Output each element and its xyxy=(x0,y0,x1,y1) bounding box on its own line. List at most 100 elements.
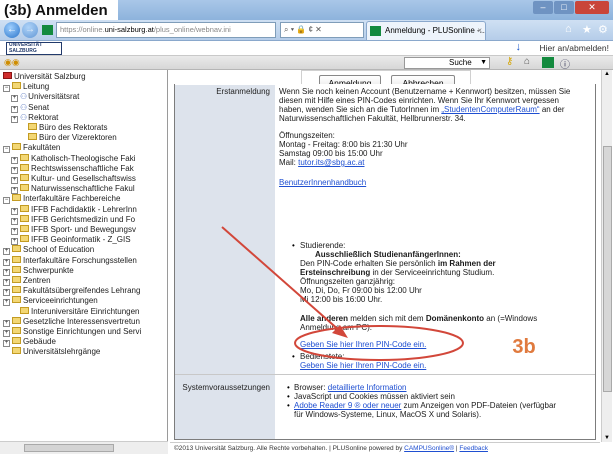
star-icon[interactable]: ★ xyxy=(582,23,592,36)
tree-item-label: Universitätsrat xyxy=(28,92,80,102)
feedback-link[interactable]: Feedback xyxy=(459,445,488,452)
collapse-icon[interactable]: − xyxy=(3,197,10,205)
tree-item[interactable]: + ⚇Universitätsrat xyxy=(11,92,80,103)
tree-item[interactable]: + Gebäude xyxy=(3,337,56,348)
tree-item[interactable]: − Interfakultäre Fachbereiche xyxy=(3,194,120,205)
folder-icon xyxy=(20,214,29,222)
tree-item[interactable]: + ⚇Rektorat xyxy=(11,113,58,123)
gear-icon[interactable]: ⚙ xyxy=(598,23,608,36)
login-content: Anmeldung Abbrechen Erstanmeldung Wenn S… xyxy=(170,70,600,442)
tree-item[interactable]: + Kultur- und Gesellschaftswiss xyxy=(11,174,136,184)
tree-item[interactable]: Büro der Vizerektoren xyxy=(19,133,117,143)
pin-link-staff[interactable]: Geben Sie hier Ihren PIN-Code ein. xyxy=(300,361,426,371)
adobe-link[interactable]: Adobe Reader 9 ® oder neuer xyxy=(294,401,401,410)
tree-item[interactable]: + ⚇Senat xyxy=(11,103,49,113)
expand-icon[interactable]: + xyxy=(3,258,10,266)
expand-icon[interactable]: + xyxy=(11,95,18,103)
expand-icon[interactable]: + xyxy=(3,340,10,348)
expand-icon[interactable]: + xyxy=(11,156,18,164)
tree-item[interactable]: + School of Education xyxy=(3,245,94,256)
tab-anmeldung[interactable]: Anmeldung - PLUSonline -... × xyxy=(366,21,486,40)
step-badge: 3b xyxy=(496,327,552,367)
nav-arrows-icon[interactable]: ◉◉ xyxy=(4,57,20,68)
expand-icon[interactable]: + xyxy=(11,105,18,113)
tree-item[interactable]: + Zentren xyxy=(3,276,51,286)
tree-item[interactable]: + Naturwissenschaftliche Fakul xyxy=(11,184,135,195)
tree-item-label: Zentren xyxy=(23,276,51,285)
tree-item[interactable]: + Fakultätsübergreifendes Lehrang xyxy=(3,286,140,297)
login-hint[interactable]: Hier an/abmelden! xyxy=(540,43,609,53)
tree-item-label: Kultur- und Gesellschaftswiss xyxy=(31,174,136,183)
screenshot-title: (3b) Anmelden xyxy=(0,0,118,20)
maximize-button[interactable]: □ xyxy=(554,1,574,14)
key-icon[interactable]: ⚷ xyxy=(506,56,513,67)
expand-icon[interactable]: + xyxy=(11,166,18,174)
computer-room-link[interactable]: „StudentenComputerRaum“ xyxy=(441,105,539,114)
home-icon[interactable]: ⌂ xyxy=(565,23,572,35)
tree-item[interactable]: + IFFB Sport- und Bewegungsv xyxy=(11,225,136,235)
expand-icon[interactable]: + xyxy=(3,268,10,276)
tree-item[interactable]: + Serviceeinrichtungen xyxy=(3,296,98,307)
expand-icon[interactable]: + xyxy=(11,238,18,246)
minimize-button[interactable]: – xyxy=(533,1,553,14)
handbook-link[interactable]: BenutzerInnenhandbuch xyxy=(279,178,366,188)
tree-item[interactable]: + IFFB Fachdidaktik - LehrerInn xyxy=(11,204,137,215)
university-logo[interactable]: UNIVERSITÄT SALZBURG xyxy=(6,42,62,55)
collapse-icon[interactable]: − xyxy=(3,146,10,154)
sidebar-hscrollbar[interactable] xyxy=(0,441,168,454)
tree-item[interactable]: − Fakultäten xyxy=(3,143,61,154)
expand-icon[interactable]: + xyxy=(11,217,18,225)
browser-info-link[interactable]: detaillierte Information xyxy=(328,383,407,392)
tree-item[interactable]: + Interfakultäre Forschungsstellen xyxy=(3,255,137,266)
chevron-down-icon: ▼ xyxy=(480,59,487,66)
folder-icon xyxy=(12,286,21,294)
address-tools[interactable]: ⌕ ▾ 🔒 ¢ ✕ xyxy=(280,22,364,38)
expand-icon[interactable]: + xyxy=(11,228,18,235)
address-bar[interactable]: https://online.uni-salzburg.at/plus_onli… xyxy=(56,22,276,38)
page-footer: ©2013 Universität Salzburg. Alle Rechte … xyxy=(170,442,600,455)
tree-item[interactable]: + IFFB Geoinformatik - Z_GIS xyxy=(11,235,131,246)
expand-icon[interactable]: + xyxy=(3,319,10,327)
tree-item[interactable]: + Schwerpunkte xyxy=(3,265,74,276)
house-icon[interactable]: ⌂ xyxy=(524,56,530,67)
expand-icon[interactable]: + xyxy=(3,299,10,307)
expand-icon[interactable]: + xyxy=(11,115,18,123)
tree-item[interactable]: Interuniversitäre Einrichtungen xyxy=(11,306,140,317)
tree-item[interactable]: Universität Salzburg xyxy=(3,72,86,82)
tree-item[interactable]: + Gesetzliche Interessensvertretun xyxy=(3,316,140,327)
tree-item[interactable]: + Sonstige Einrichtungen und Servi xyxy=(3,327,141,337)
tree-item-label: Fakultäten xyxy=(23,143,61,153)
mail-link[interactable]: tutor.its@sbg.ac.at xyxy=(298,158,364,167)
expand-icon[interactable]: + xyxy=(11,177,18,184)
scroll-up-icon[interactable]: ▲ xyxy=(604,71,610,77)
tree-item[interactable]: + IFFB Gerichtsmedizin und Fo xyxy=(11,214,135,225)
collapse-icon[interactable]: − xyxy=(3,85,10,93)
expand-icon[interactable]: + xyxy=(11,187,18,195)
back-button[interactable]: ← xyxy=(4,22,20,38)
search-dropdown[interactable]: Suche ▼ xyxy=(404,57,490,69)
campusonline-link[interactable]: CAMPUSonline® xyxy=(404,445,454,452)
expand-icon[interactable]: + xyxy=(3,279,10,286)
expand-icon[interactable]: + xyxy=(11,207,18,215)
app-header: UNIVERSITÄT SALZBURG ↓ Hier an/abmelden! xyxy=(0,41,613,56)
scroll-down-icon[interactable]: ▼ xyxy=(604,435,610,441)
tree-item[interactable]: Büro des Rektorats xyxy=(19,123,107,133)
tree-item[interactable]: − Leitung xyxy=(3,82,49,93)
forward-button[interactable]: → xyxy=(22,22,38,38)
close-window-button[interactable]: ✕ xyxy=(575,1,609,14)
tree-item-label: IFFB Geoinformatik - Z_GIS xyxy=(31,235,131,245)
plus-logo-icon[interactable] xyxy=(542,57,554,68)
expand-icon[interactable]: + xyxy=(3,330,10,337)
tree-item[interactable]: + Katholisch-Theologische Faki xyxy=(11,153,136,164)
folder-icon xyxy=(28,123,37,130)
expand-icon[interactable]: + xyxy=(3,248,10,256)
folder-icon xyxy=(12,255,21,263)
tab-close-icon[interactable]: × xyxy=(477,22,482,40)
tree-item[interactable]: Universitätslehrgänge xyxy=(3,347,100,357)
pin-link-students[interactable]: Geben Sie hier Ihren PIN-Code ein. xyxy=(300,340,426,350)
expand-icon[interactable]: + xyxy=(3,289,10,297)
content-vscrollbar[interactable]: ▲ ▼ xyxy=(601,70,612,442)
info-icon[interactable]: ⓘ xyxy=(560,56,570,71)
tree-item[interactable]: + Rechtswissenschaftliche Fak xyxy=(11,163,134,174)
tree-item-label: Gesetzliche Interessensvertretun xyxy=(23,316,140,326)
